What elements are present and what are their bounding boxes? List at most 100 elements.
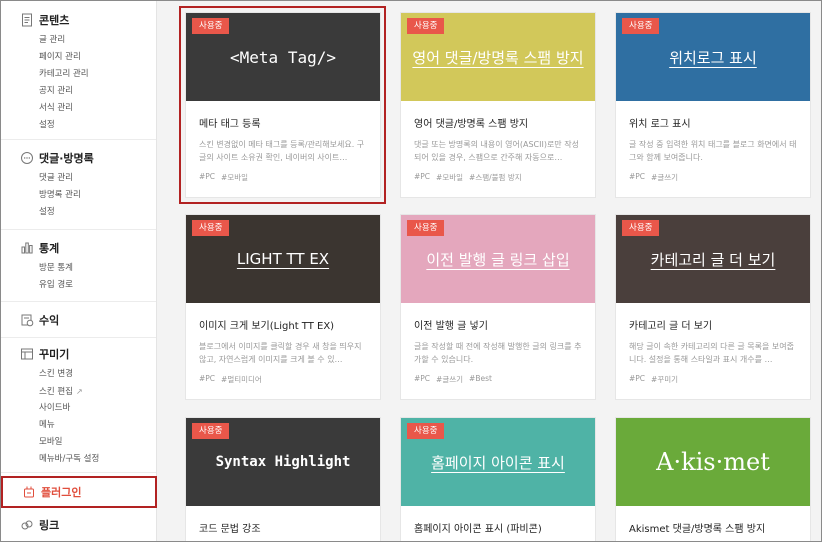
tag: #모바일 [221,173,249,182]
sidebar-item-link[interactable]: 링크 [1,516,156,534]
comment-icon [20,151,34,165]
plugin-thumbnail: 사용중 카테고리 글 더 보기 [616,215,810,303]
sidebar-section-stats: 통계 방문 통계 유입 경로 [1,239,156,294]
plugin-card-akismet[interactable]: A·kis·met Akismet 댓글/방명록 스팸 방지 [615,417,811,542]
plugin-thumbnail: 사용중 Syntax Highlight [186,418,380,506]
in-use-badge: 사용중 [192,220,230,236]
tag: #스팸/불펌 방지 [469,173,522,182]
thumbnail-text: <Meta Tag/> [230,47,336,67]
plugin-title: 위치 로그 표시 [629,119,691,130]
thumbnail-text: 영어 댓글/방명록 스팸 방지 [412,48,584,67]
thumbnail-text: 위치로그 표시 [669,48,757,67]
plugin-title: 영어 댓글/방명록 스팸 방지 [414,119,529,130]
tag: #PC [199,172,216,181]
external-link-icon: ↗ [75,387,83,396]
sidebar-subitem-mobile[interactable]: 모바일 [39,434,156,451]
plugin-description: 글 작성 중 입력한 위치 태그를 블로그 화면에서 태그와 함께 보여줍니다. [629,140,797,162]
plugin-title: 이미지 크게 보기(Light TT EX) [199,321,335,332]
tag: #PC [199,374,216,383]
link-icon [20,518,34,532]
in-use-badge: 사용중 [407,423,445,439]
plugin-thumbnail: 사용중 이전 발행 글 링크 삽입 [401,215,595,303]
sidebar-subitem-menu[interactable]: 메뉴 [39,417,156,434]
plugin-tags: #PC #멀티미디어 [199,374,367,385]
sidebar-divider [1,301,156,302]
sidebar-subitem-comments-settings[interactable]: 설정 [39,204,156,221]
plugin-thumbnail: 사용중 LIGHT TT EX [186,215,380,303]
skin-edit-label: 스킨 편집 [39,387,73,397]
sidebar-section-title: 댓글·방명록 [39,152,94,165]
plugin-description: 스킨 변경없이 메타 태그를 등록/관리해보세요. 구글의 사이트 소유권 확인… [199,140,365,162]
plugin-card-syntax-highlight[interactable]: 사용중 Syntax Highlight 코드 문법 강조 [185,417,381,542]
sidebar-section-title: 콘텐츠 [39,14,70,27]
sidebar-divider [1,472,156,473]
sidebar-item-design[interactable]: 꾸미기 [1,345,156,363]
sidebar-subitem-contents-settings[interactable]: 설정 [39,117,156,134]
plugin-card-previous-post[interactable]: 사용중 이전 발행 글 링크 삽입 이전 발행 글 넣기 글을 작성할 때 전에… [400,214,596,400]
sidebar-section-contents: 콘텐츠 글 관리 페이지 관리 카테고리 관리 공지 관리 서식 관리 설정 [1,11,156,134]
thumbnail-text: 홈페이지 아이콘 표시 [431,453,565,472]
plugin-title: 이전 발행 글 넣기 [414,321,488,332]
sidebar-section-title: 통계 [39,242,60,255]
sidebar-subitem-notice-manage[interactable]: 공지 관리 [39,83,156,100]
tag: #PC [629,374,646,383]
layout-icon [20,347,34,361]
plugin-tags: #PC #모바일 [199,172,367,183]
plugin-title: 홈페이지 아이콘 표시 (파비콘) [414,524,542,535]
sidebar-subitem-page-manage[interactable]: 페이지 관리 [39,49,156,66]
sidebar-subitem-template-manage[interactable]: 서식 관리 [39,100,156,117]
sidebar-subitem-skin-change[interactable]: 스킨 변경 [39,366,156,383]
tag: #글쓰기 [436,375,464,384]
plugin-card-location-log[interactable]: 사용중 위치로그 표시 위치 로그 표시 글 작성 중 입력한 위치 태그를 블… [615,12,811,198]
plugin-icon [22,485,36,499]
plugin-card-lightbox[interactable]: 사용중 LIGHT TT EX 이미지 크게 보기(Light TT EX) 블… [185,214,381,400]
sidebar-subitem-comment-manage[interactable]: 댓글 관리 [39,170,156,187]
thumbnail-text: Syntax Highlight [215,454,351,470]
plugin-card-english-spam[interactable]: 사용중 영어 댓글/방명록 스팸 방지 영어 댓글/방명록 스팸 방지 댓글 또… [400,12,596,198]
sidebar-section-title: 링크 [39,519,60,532]
sidebar-item-contents[interactable]: 콘텐츠 [1,11,156,29]
plugin-card-category-more[interactable]: 사용중 카테고리 글 더 보기 카테고리 글 더 보기 해당 글이 속한 카테고… [615,214,811,400]
plugin-tags: #PC #글쓰기 #Best [414,374,582,385]
sidebar-subitem-sidebar[interactable]: 사이드바 [39,400,156,417]
tag: #꾸미기 [651,375,679,384]
plugin-title: 코드 문법 강조 [199,524,261,535]
plugin-description: 댓글 또는 방명록의 내용이 영어(ASCII)로만 작성되어 있을 경우, 스… [414,140,579,162]
tag: #PC [414,172,431,181]
tag: #멀티미디어 [221,375,262,384]
sidebar-section-title: 꾸미기 [39,348,70,361]
sidebar-section-revenue: 수익 [1,311,156,329]
akismet-logo: A·kis·met [656,448,770,476]
document-icon [20,13,34,27]
sidebar-item-stats[interactable]: 통계 [1,239,156,257]
sidebar-subitem-guestbook-manage[interactable]: 방명록 관리 [39,187,156,204]
sidebar-item-revenue[interactable]: 수익 [1,311,156,329]
sidebar-subitem-post-manage[interactable]: 글 관리 [39,32,156,49]
thumbnail-text: 카테고리 글 더 보기 [650,250,776,269]
sidebar-divider [1,229,156,230]
thumbnail-text: 이전 발행 글 링크 삽입 [426,250,570,269]
plugin-card-meta-tag[interactable]: 사용중 <Meta Tag/> 메타 태그 등록 스킨 변경없이 메타 태그를 … [185,12,381,198]
sidebar-subitem-menubar-subscribe[interactable]: 메뉴바/구독 설정 [39,451,156,468]
in-use-badge: 사용중 [192,423,230,439]
in-use-badge: 사용중 [192,18,230,34]
sidebar-item-comments[interactable]: 댓글·방명록 [1,149,156,167]
thumbnail-text: LIGHT TT EX [236,250,330,268]
plugin-description: 해당 글이 속한 카테고리의 다른 글 목록을 보여줍니다. 설정을 통해 스타… [629,342,794,364]
sidebar-subitem-category-manage[interactable]: 카테고리 관리 [39,66,156,83]
sidebar-item-plugins[interactable]: 플러그인 [1,476,157,508]
sidebar-divider [1,337,156,338]
sidebar-subitem-referrer[interactable]: 유입 경로 [39,277,156,294]
revenue-icon [20,313,34,327]
tag: #PC [629,172,646,181]
sidebar: 콘텐츠 글 관리 페이지 관리 카테고리 관리 공지 관리 서식 관리 설정 댓… [1,1,157,541]
plugin-description: 글을 작성할 때 전에 작성해 발행한 글의 링크를 추가할 수 있습니다. [414,342,582,364]
plugin-thumbnail: A·kis·met [616,418,810,506]
plugin-title: 메타 태그 등록 [199,119,261,130]
sidebar-section-title: 수익 [39,314,60,327]
plugin-card-favicon[interactable]: 사용중 홈페이지 아이콘 표시 홈페이지 아이콘 표시 (파비콘) [400,417,596,542]
sidebar-subitem-visit-stats[interactable]: 방문 통계 [39,260,156,277]
sidebar-section-link: 링크 [1,516,156,534]
tag: #Best [469,374,492,383]
sidebar-subitem-skin-edit[interactable]: 스킨 편집 ↗ [39,383,156,400]
